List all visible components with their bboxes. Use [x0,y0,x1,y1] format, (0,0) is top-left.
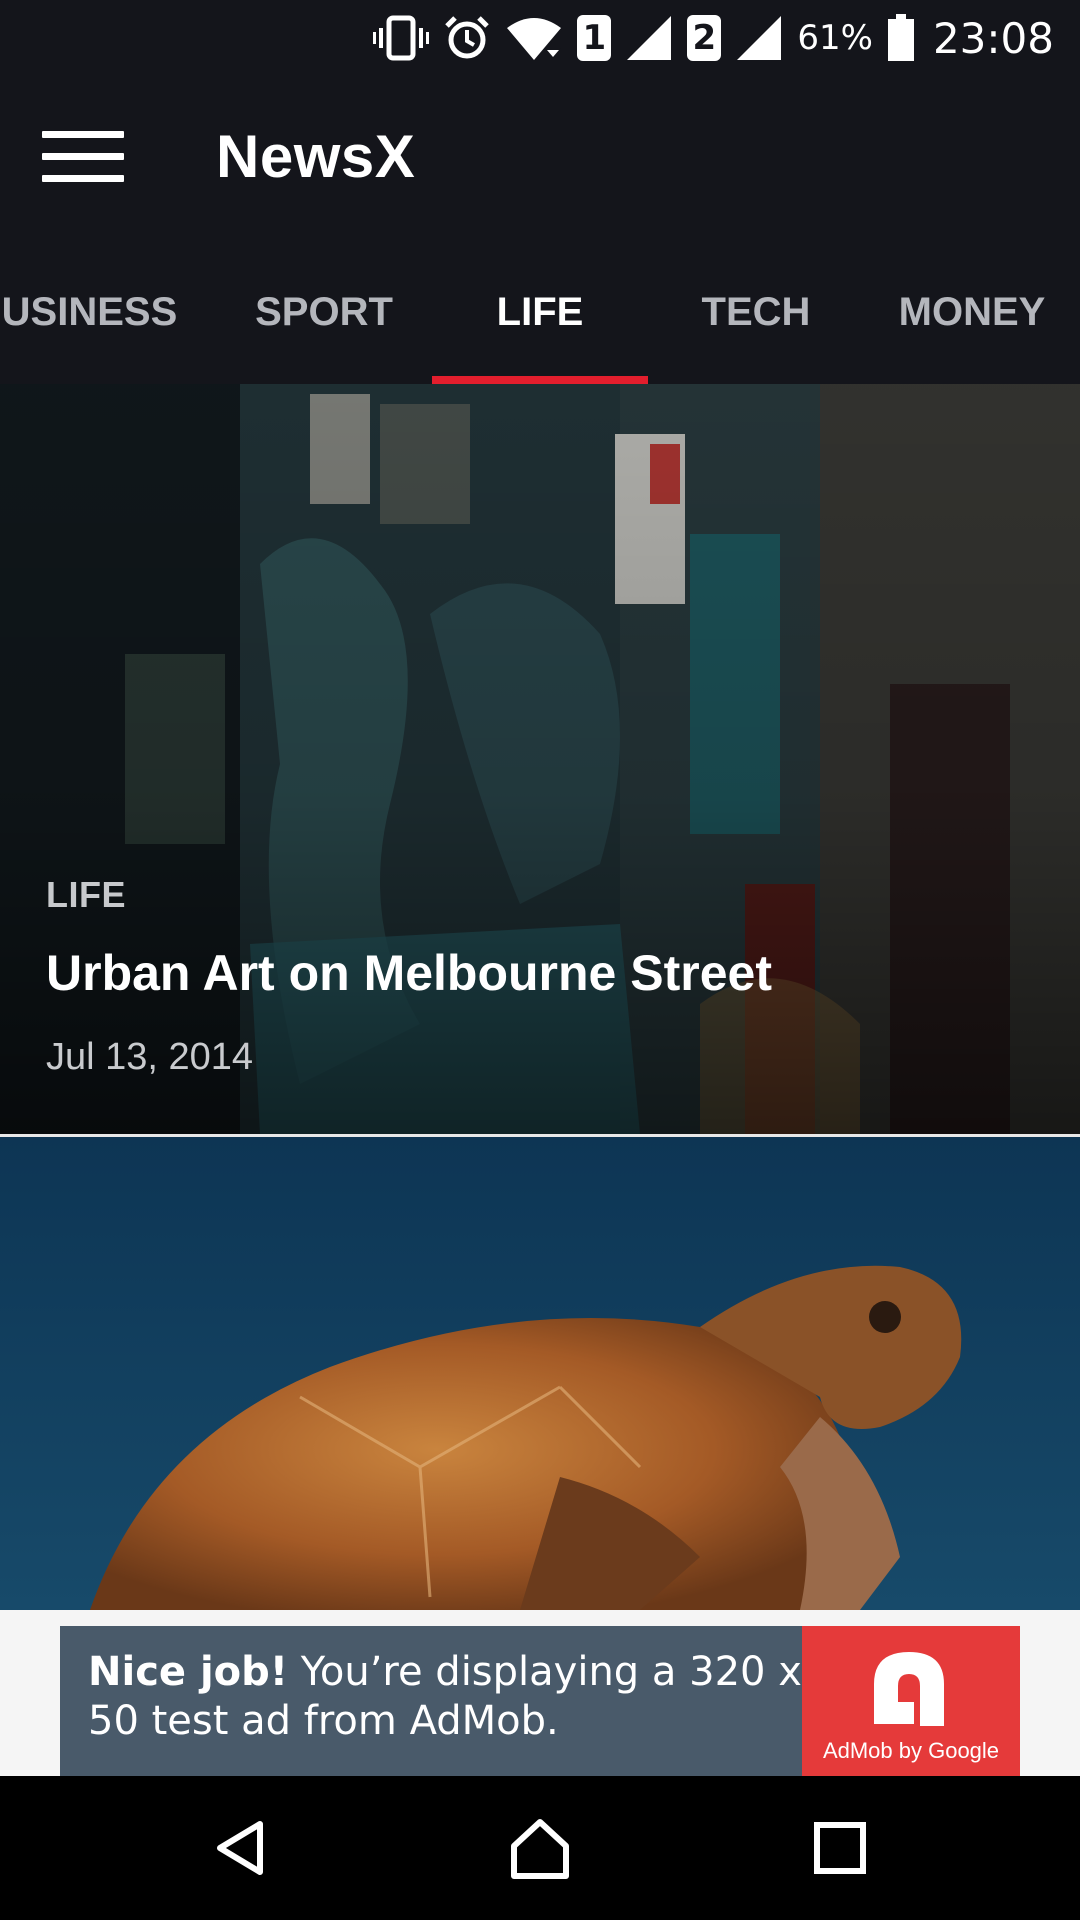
article-card[interactable]: LIFE Urban Art on Melbourne Street Jul 1… [0,384,1080,1134]
ad-area: Nice job! You’re displaying a 320 x 50 t… [0,1610,1080,1776]
battery-icon [887,14,915,62]
article-image [0,1137,1080,1610]
admob-icon [874,1652,944,1726]
admob-brand: AdMob by Google [822,1738,1000,1763]
article-date: Jul 13, 2014 [46,1036,254,1078]
sim2-icon: 2 [687,15,722,61]
article-title[interactable]: Urban Art on Melbourne Street [46,944,772,1002]
sim1-icon: 1 [577,15,612,61]
ad-text: Nice job! You’re displaying a 320 x 50 t… [60,1626,802,1776]
status-bar: 1 2 61% 23:08 [0,0,1080,76]
signal-icon [735,14,783,62]
wifi-icon [505,14,563,62]
category-tabs: BUSINESS SPORT LIFE TECH MONEY [0,240,1080,384]
hamburger-menu-icon[interactable] [28,116,138,196]
clock: 23:08 [932,13,1054,63]
app-bar: NewsX [0,76,1080,240]
navigation-bar [0,1776,1080,1920]
ad-banner[interactable]: Nice job! You’re displaying a 320 x 50 t… [60,1626,1020,1776]
admob-logo: AdMob by Google [802,1626,1020,1776]
vibrate-icon [373,14,430,62]
recents-icon[interactable] [800,1808,880,1888]
alarm-icon [443,14,491,62]
article-card[interactable] [0,1137,1080,1610]
active-tab-indicator [432,376,648,384]
tab-tech[interactable]: TECH [648,240,864,384]
tab-life[interactable]: LIFE [432,240,648,384]
article-category: LIFE [46,874,126,915]
signal-icon [625,14,673,62]
app-title: NewsX [216,123,416,190]
tab-business[interactable]: BUSINESS [0,240,190,384]
battery-percent: 61% [797,18,873,58]
home-icon[interactable] [500,1808,580,1888]
ad-headline: Nice job! [88,1649,289,1695]
tab-sport[interactable]: SPORT [216,240,432,384]
back-icon[interactable] [200,1808,280,1888]
tab-money[interactable]: MONEY [864,240,1080,384]
